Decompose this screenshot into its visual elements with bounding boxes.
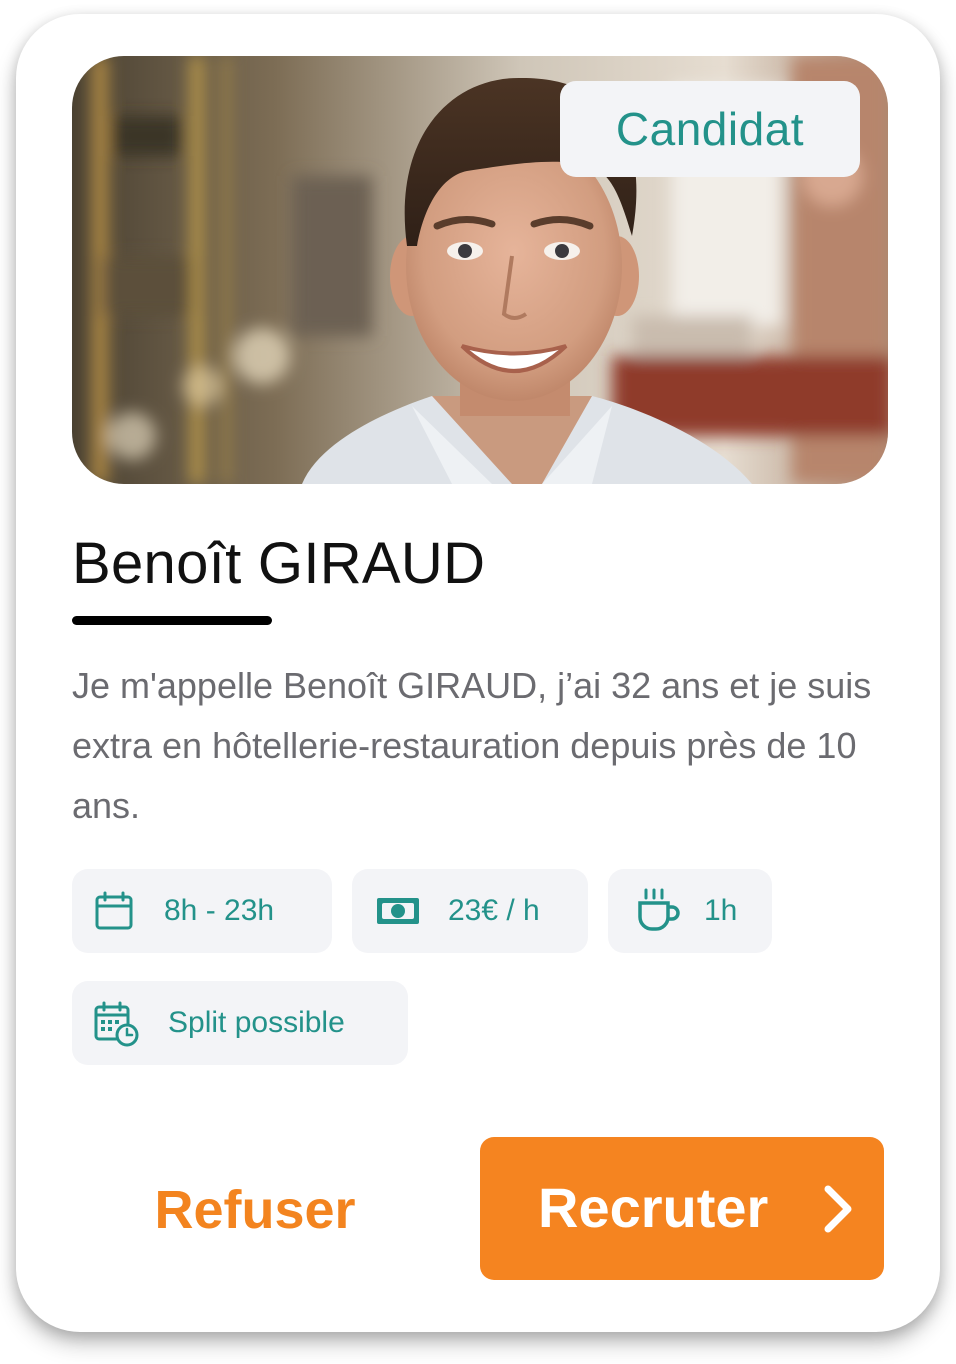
banknote-icon	[376, 895, 420, 927]
split-chip: Split possible	[72, 981, 408, 1065]
rate-chip: 23€ / h	[352, 869, 588, 953]
status-badge: Candidat	[560, 81, 860, 177]
break-chip-label: 1h	[704, 894, 738, 927]
name-underline-divider	[72, 616, 272, 625]
hours-chip-label: 8h - 23h	[164, 894, 275, 927]
coffee-cup-icon	[636, 887, 682, 933]
calendar-clock-icon	[94, 1001, 140, 1047]
calendar-icon	[94, 891, 134, 931]
hours-chip: 8h - 23h	[72, 869, 332, 953]
candidate-name: Benoît GIRAUD	[72, 531, 486, 596]
rate-chip-label: 23€ / h	[448, 894, 540, 927]
break-chip: 1h	[608, 869, 772, 953]
split-chip-label: Split possible	[168, 1006, 345, 1039]
refuse-button[interactable]: Refuser	[90, 1150, 420, 1270]
recruit-button[interactable]: Recruter	[480, 1137, 884, 1280]
chevron-right-icon	[820, 1183, 856, 1248]
recruit-button-label: Recruter	[538, 1176, 769, 1239]
candidate-bio: Je m'appelle Benoît GIRAUD, j’ai 32 ans …	[72, 665, 872, 826]
